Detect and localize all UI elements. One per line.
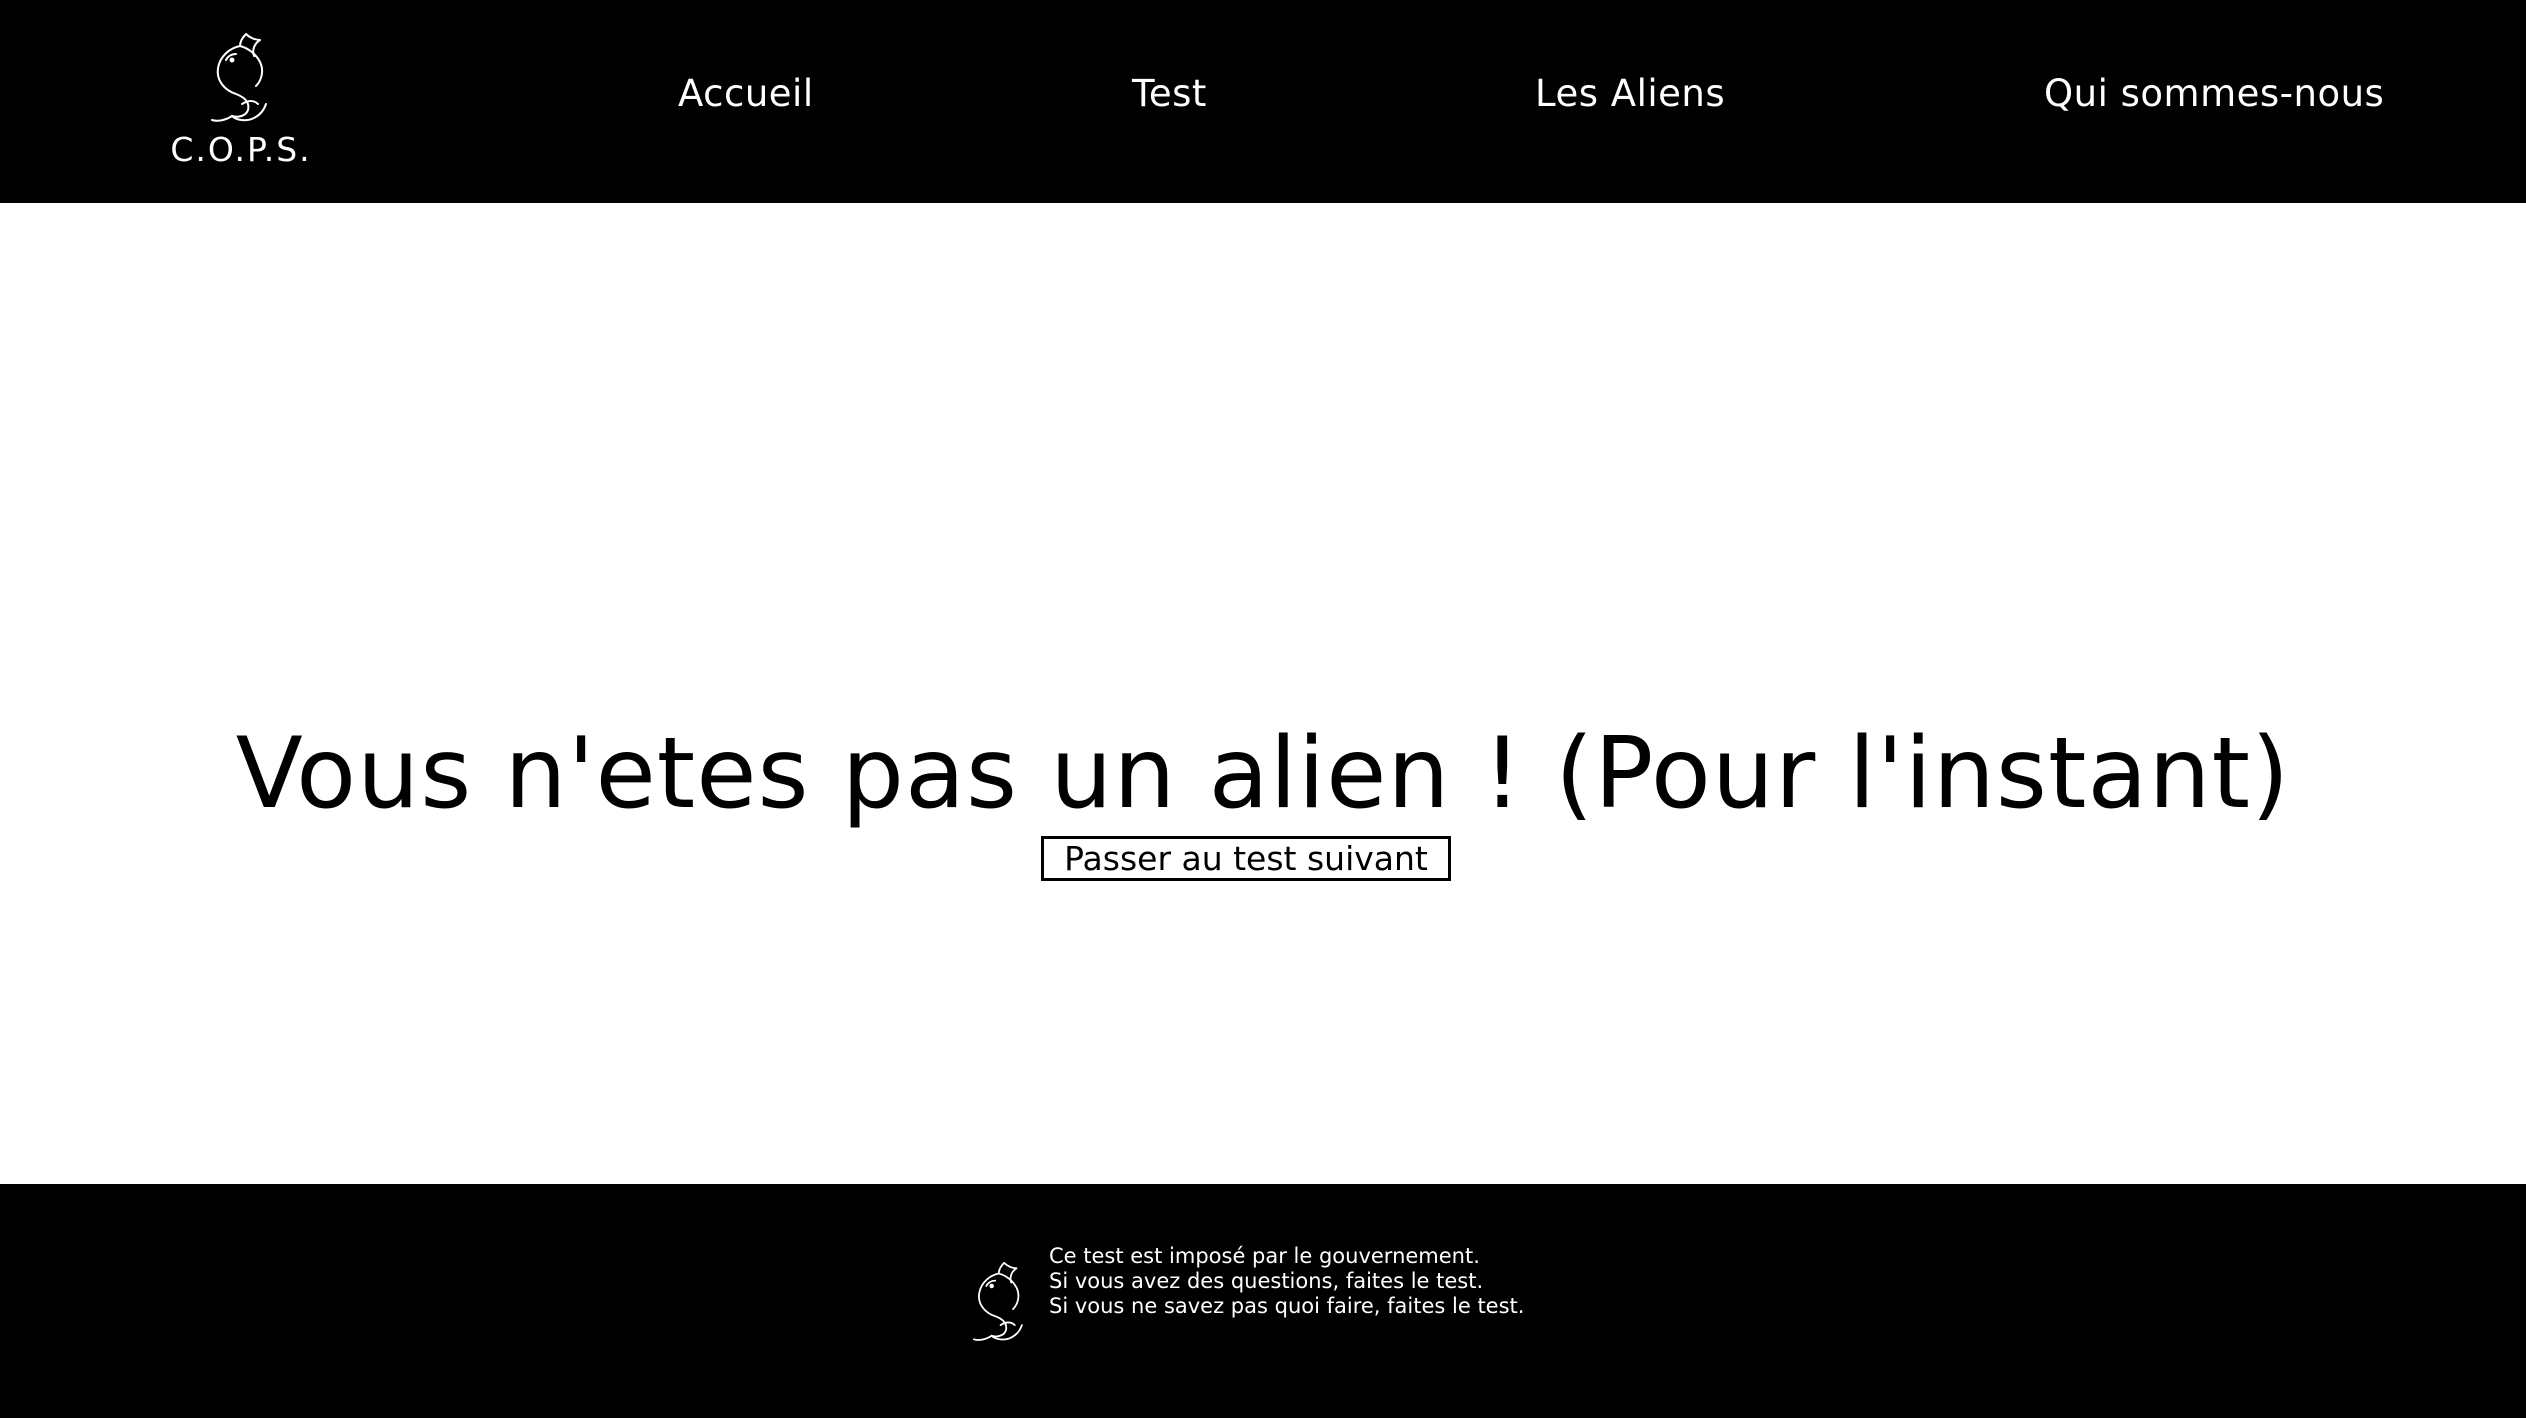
nav-link-les-aliens[interactable]: Les Aliens (1535, 70, 1725, 118)
nav-link-qui-sommes-nous[interactable]: Qui sommes-nous (2044, 70, 2384, 118)
brand-name: C.O.P.S. (170, 130, 312, 169)
next-test-button[interactable]: Passer au test suivant (1041, 836, 1451, 881)
brand-home-link[interactable]: C.O.P.S. (170, 26, 312, 176)
footer-text: Ce test est imposé par le gouvernement. … (1049, 1244, 1524, 1319)
nav-link-test[interactable]: Test (1132, 70, 1207, 118)
dolphin-icon (973, 1262, 1023, 1341)
site-header: C.O.P.S. Accueil Test Les Aliens Qui som… (0, 0, 2526, 203)
dolphin-icon (211, 33, 267, 122)
footer-line-2: Si vous avez des questions, faites le te… (1049, 1269, 1484, 1293)
nav-link-accueil[interactable]: Accueil (678, 70, 814, 118)
site-footer: Ce test est imposé par le gouvernement. … (0, 1184, 2526, 1418)
footer-line-1: Ce test est imposé par le gouvernement. (1049, 1244, 1480, 1268)
footer-line-3: Si vous ne savez pas quoi faire, faites … (1049, 1294, 1525, 1318)
page: C.O.P.S. Accueil Test Les Aliens Qui som… (0, 0, 2526, 1418)
result-title: Vous n'etes pas un alien ! (Pour l'insta… (235, 717, 2291, 831)
